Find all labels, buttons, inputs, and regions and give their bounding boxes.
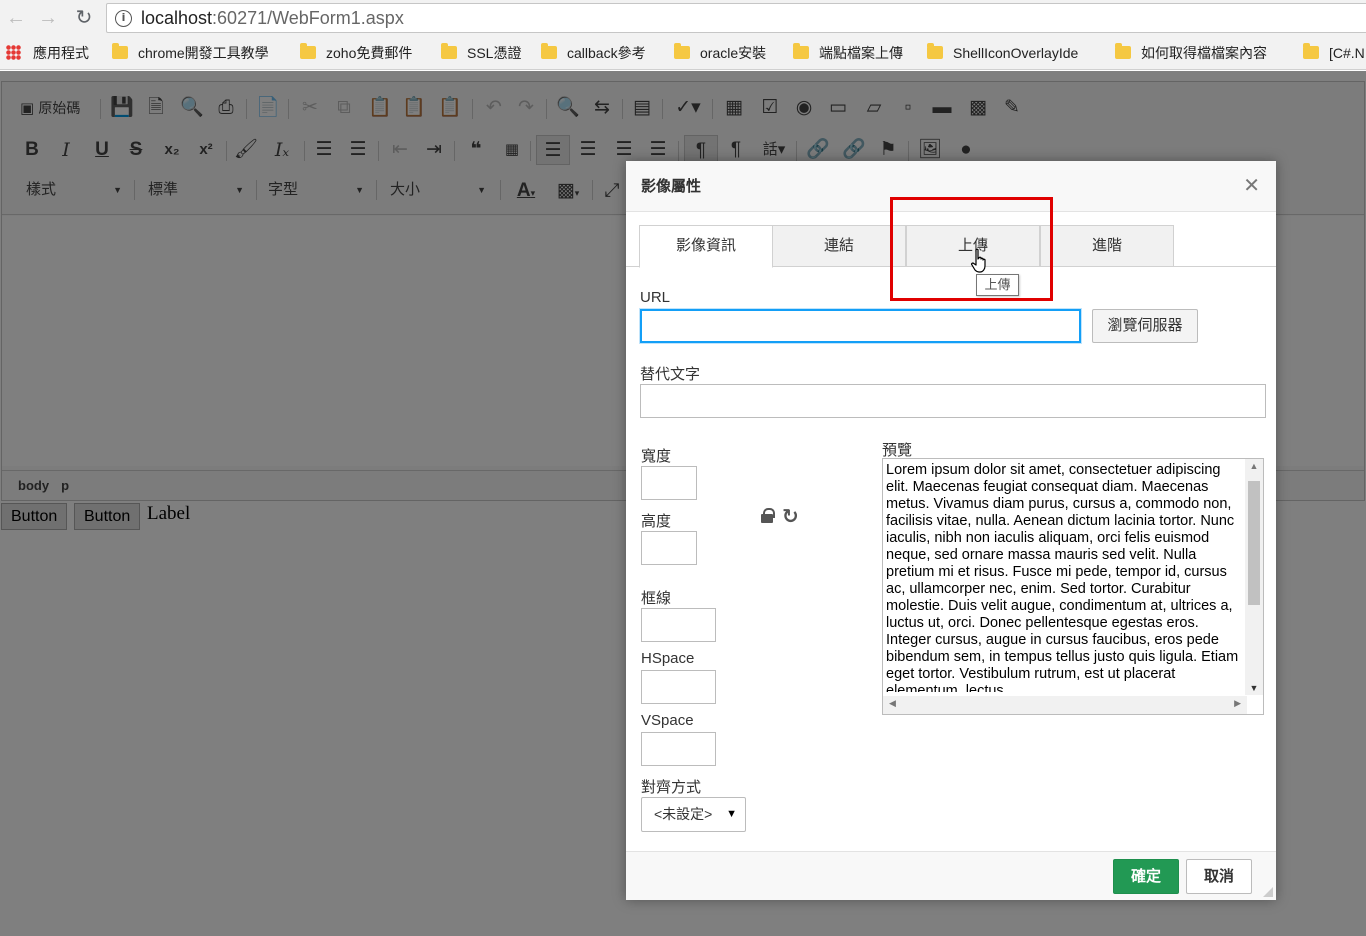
folder-icon [112, 43, 128, 59]
browser-toolbar: ← → ↻ i localhost:60271/WebForm1.aspx [0, 0, 1366, 36]
upload-tooltip: 上傳 [976, 274, 1019, 296]
preview-box[interactable]: Lorem ipsum dolor sit amet, consectetuer… [882, 458, 1264, 715]
vspace-label: VSpace [641, 712, 694, 729]
align-label: 對齊方式 [641, 779, 702, 796]
bookmark-item[interactable]: 如何取得檔檔案內容 [1115, 43, 1285, 63]
reset-size-icon[interactable]: ↻ [782, 504, 799, 529]
apps-icon [6, 45, 21, 60]
cancel-button[interactable]: 取消 [1186, 859, 1252, 894]
folder-icon [1303, 43, 1319, 59]
folder-icon [300, 43, 316, 59]
height-input[interactable] [641, 531, 697, 565]
reload-icon[interactable]: ↻ [72, 6, 96, 30]
preview-label: 預覽 [882, 442, 913, 459]
browse-server-button[interactable]: 瀏覽伺服器 [1092, 309, 1198, 343]
bookmarks-bar: 應用程式 chrome開發工具教學 zoho免費郵件 SSL憑證 callbac… [0, 36, 1366, 70]
vertical-scrollbar[interactable]: ▲ ▼ [1245, 459, 1263, 695]
folder-icon [674, 43, 690, 59]
bookmark-item[interactable]: 端點檔案上傳 [793, 43, 903, 63]
hspace-label: HSpace [641, 650, 695, 667]
bookmark-item[interactable]: SSL憑證 [441, 43, 521, 63]
forward-icon[interactable]: → [36, 6, 60, 30]
border-input[interactable] [641, 608, 716, 642]
folder-icon [793, 43, 809, 59]
alt-text-label: 替代文字 [640, 366, 701, 383]
bookmark-item[interactable]: chrome開發工具教學 [112, 43, 269, 63]
bookmark-apps[interactable]: 應用程式 [6, 43, 89, 63]
alt-text-input[interactable] [640, 384, 1266, 418]
horizontal-scrollbar[interactable]: ◀ ▶ [883, 696, 1247, 714]
preview-text: Lorem ipsum dolor sit amet, consectetuer… [886, 462, 1239, 692]
hand-cursor-icon [970, 248, 986, 273]
scroll-right-icon[interactable]: ▶ [1234, 698, 1241, 709]
tab-image-info[interactable]: 影像資訊 [639, 225, 773, 268]
width-input[interactable] [641, 466, 697, 500]
bookmark-item[interactable]: [C#.N [1303, 43, 1365, 63]
dropdown-icon: ▼ [726, 808, 737, 820]
dialog-footer: 確定 取消 [626, 851, 1276, 900]
folder-icon [927, 43, 943, 59]
tab-link[interactable]: 連結 [772, 225, 906, 267]
vspace-input[interactable] [641, 732, 716, 766]
scroll-down-icon[interactable]: ▼ [1245, 683, 1263, 693]
bookmark-item[interactable]: ShellIconOverlayIde [927, 43, 1097, 63]
folder-icon [441, 43, 457, 59]
lock-icon[interactable] [760, 508, 775, 523]
info-icon[interactable]: i [115, 10, 132, 27]
scroll-up-icon[interactable]: ▲ [1245, 461, 1263, 471]
folder-icon [541, 43, 557, 59]
address-url: localhost:60271/WebForm1.aspx [141, 8, 404, 28]
url-input[interactable] [640, 309, 1081, 343]
ok-button[interactable]: 確定 [1113, 859, 1179, 894]
scrollbar-thumb[interactable] [1248, 481, 1260, 605]
bookmark-item[interactable]: callback參考 [541, 43, 646, 63]
back-icon[interactable]: ← [4, 6, 28, 30]
border-label: 框線 [641, 590, 672, 607]
resize-handle[interactable] [1263, 887, 1273, 897]
width-label: 寬度 [641, 448, 672, 465]
folder-icon [1115, 43, 1131, 59]
align-select[interactable]: <未設定> ▼ [641, 797, 746, 832]
scroll-left-icon[interactable]: ◀ [889, 698, 896, 709]
bookmark-item[interactable]: zoho免費郵件 [300, 43, 412, 63]
hspace-input[interactable] [641, 670, 716, 704]
bookmark-item[interactable]: oracle安裝 [674, 43, 766, 63]
height-label: 高度 [641, 513, 672, 530]
address-bar[interactable]: i localhost:60271/WebForm1.aspx [106, 3, 1366, 33]
close-icon[interactable]: ✕ [1243, 176, 1260, 196]
tab-advanced[interactable]: 進階 [1040, 225, 1174, 267]
url-label: URL [640, 289, 671, 306]
